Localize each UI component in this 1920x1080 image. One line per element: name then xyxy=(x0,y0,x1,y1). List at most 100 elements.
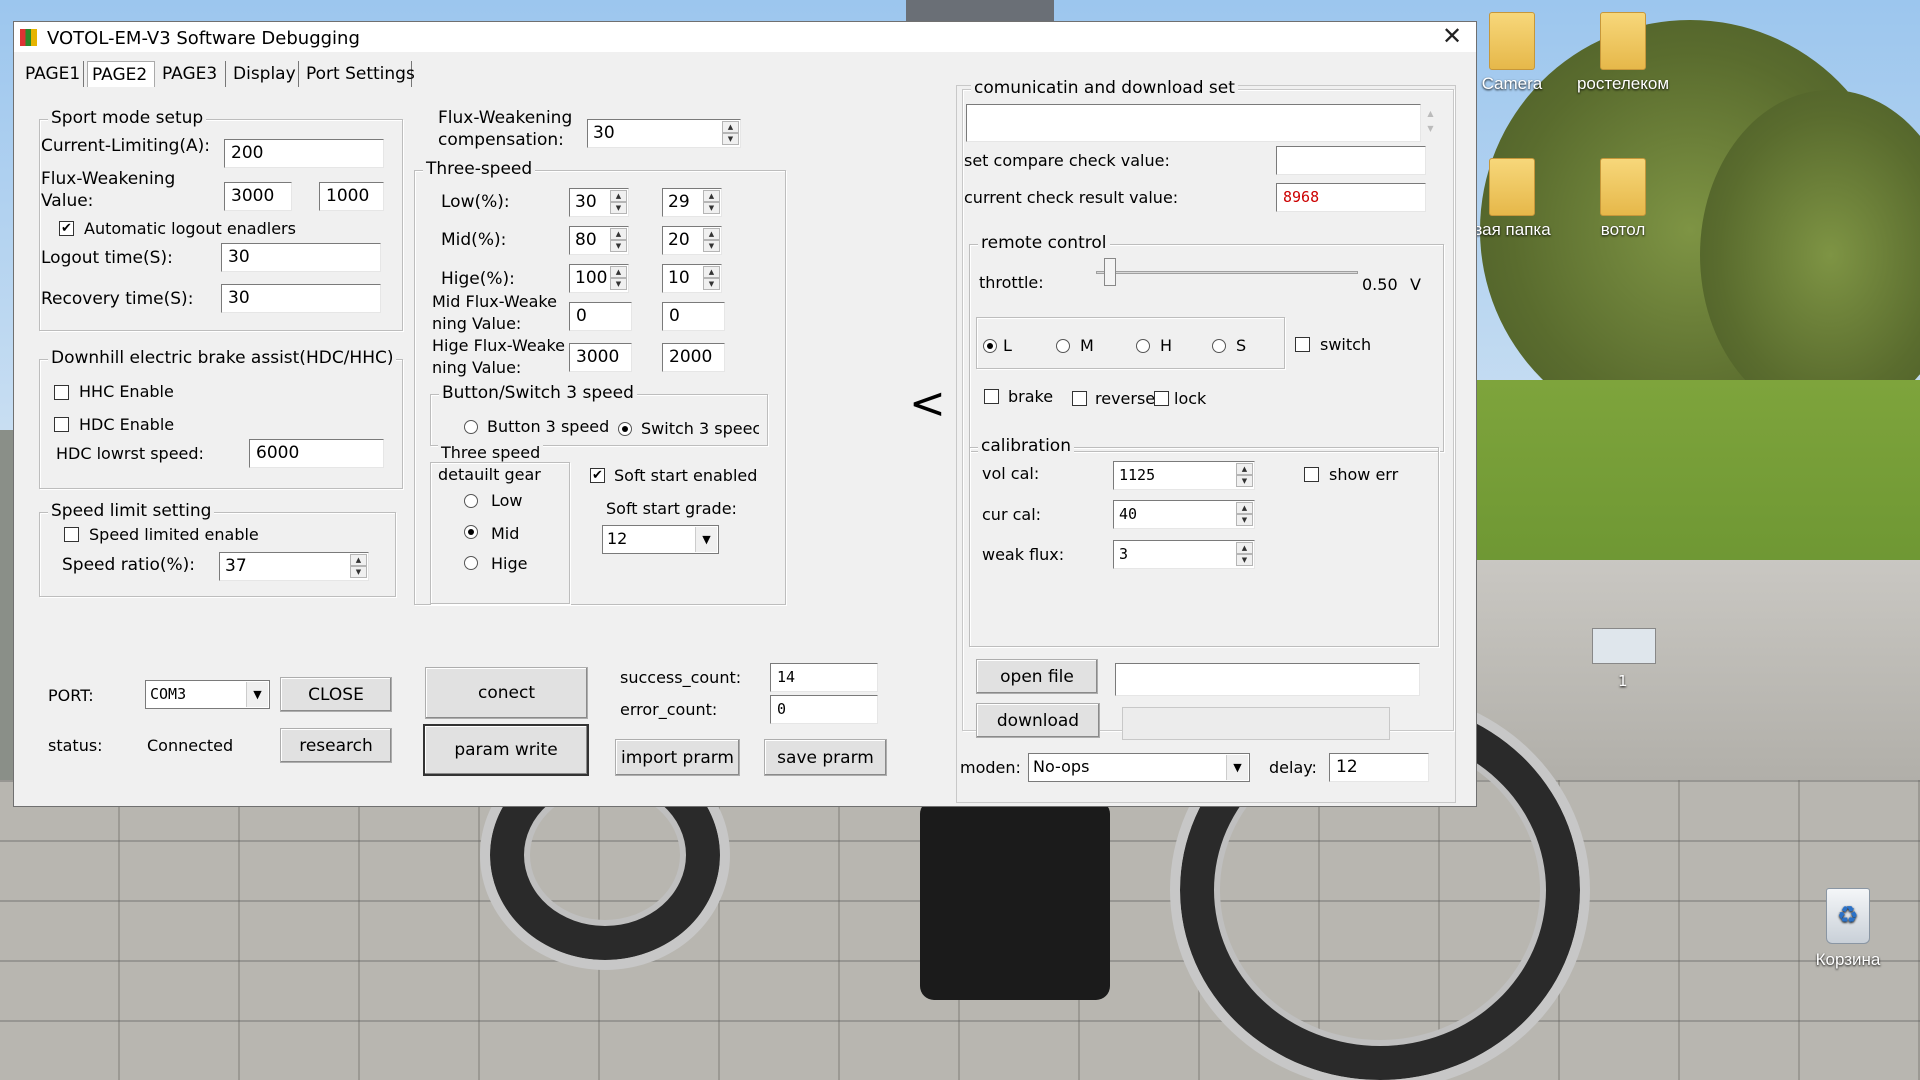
flux-value-input-2[interactable]: 1000 xyxy=(319,182,384,211)
vol-cal-spinner[interactable]: 1125 ▲ ▼ xyxy=(1113,461,1255,490)
soft-start-checkbox[interactable]: ✔ xyxy=(590,468,605,483)
comm-log-box[interactable] xyxy=(966,104,1421,142)
param-write-button[interactable]: param write xyxy=(423,724,589,776)
spin-down-icon[interactable]: ▼ xyxy=(1236,554,1253,566)
auto-logout-checkbox[interactable]: ✔ xyxy=(59,221,74,236)
error-count-input[interactable]: 0 xyxy=(770,695,878,724)
current-limit-input[interactable]: 200 xyxy=(224,139,384,168)
spin-up-icon[interactable]: ▲ xyxy=(1236,463,1253,475)
spin-down-icon[interactable]: ▼ xyxy=(703,240,720,252)
lock-checkbox[interactable] xyxy=(1154,391,1169,406)
cur-cal-spinner[interactable]: 40 ▲ ▼ xyxy=(1113,500,1255,529)
desktop-icon-camera[interactable]: Camera xyxy=(1462,12,1562,94)
spin-down-icon[interactable]: ▼ xyxy=(610,240,627,252)
flux-comp-spinner[interactable]: 30 ▲ ▼ xyxy=(587,119,741,148)
chevron-down-icon[interactable]: ▼ xyxy=(1226,755,1248,780)
hige-flux-input-b[interactable]: 2000 xyxy=(662,343,725,372)
soft-start-grade-combo[interactable]: 12 ▼ xyxy=(602,525,719,554)
speed-ratio-spinner[interactable]: 37 ▲ ▼ xyxy=(219,552,369,581)
desktop-icon-rostelecom[interactable]: ростелеком xyxy=(1573,12,1673,94)
connect-button[interactable]: conect xyxy=(425,667,588,719)
low-spinner-b[interactable]: 29 ▲ ▼ xyxy=(662,188,722,217)
tab-page2[interactable]: PAGE2 xyxy=(87,61,155,87)
spin-down-icon[interactable]: ▼ xyxy=(722,133,739,145)
desktop-icon-votol[interactable]: вотол xyxy=(1573,158,1673,240)
flux-value-input-1[interactable]: 3000 xyxy=(224,182,292,211)
hige-flux-input-a[interactable]: 3000 xyxy=(569,343,632,372)
mid-spinner-a[interactable]: 80 ▲ ▼ xyxy=(569,226,629,255)
spin-up-icon[interactable]: ▲ xyxy=(350,554,367,566)
spin-up-icon[interactable]: ▲ xyxy=(610,190,627,202)
file-path-input[interactable] xyxy=(1115,663,1420,696)
hhc-enable-checkbox[interactable] xyxy=(54,385,69,400)
spin-up-icon[interactable]: ▲ xyxy=(703,190,720,202)
tab-page3[interactable]: PAGE3 xyxy=(158,61,226,87)
speed-limit-checkbox[interactable] xyxy=(64,527,79,542)
throttle-slider-thumb[interactable] xyxy=(1104,258,1117,286)
mid-flux-label: Mid Flux-Weake xyxy=(432,292,557,311)
scroll-arrows-icon[interactable]: ▲ ▼ xyxy=(1422,106,1439,140)
spin-down-icon[interactable]: ▼ xyxy=(1236,514,1253,526)
port-combo[interactable]: COM3 ▼ xyxy=(145,680,270,709)
desktop-icon-new-folder[interactable]: вая папка xyxy=(1462,158,1562,240)
compare-check-input[interactable] xyxy=(1276,146,1426,175)
gear-S-radio[interactable] xyxy=(1212,339,1226,353)
spin-up-icon[interactable]: ▲ xyxy=(722,121,739,133)
download-button[interactable]: download xyxy=(976,703,1100,738)
hdc-speed-input[interactable]: 6000 xyxy=(249,439,384,468)
chevron-down-icon[interactable]: ▼ xyxy=(695,527,717,552)
save-param-button[interactable]: save prarm xyxy=(764,739,887,776)
spin-up-icon[interactable]: ▲ xyxy=(610,266,627,278)
spin-down-icon[interactable]: ▼ xyxy=(1236,475,1253,487)
spin-down-icon[interactable]: ▼ xyxy=(703,278,720,290)
hige-spinner-a[interactable]: 100 ▲ ▼ xyxy=(569,264,629,293)
spin-down-icon[interactable]: ▼ xyxy=(610,278,627,290)
reverse-checkbox[interactable] xyxy=(1072,391,1087,406)
chevron-down-icon[interactable]: ▼ xyxy=(246,682,268,707)
desktop-icon-recycle-bin[interactable]: ♻ Корзина xyxy=(1798,888,1898,970)
moden-combo[interactable]: No-ops ▼ xyxy=(1028,753,1250,782)
recovery-time-input[interactable]: 30 xyxy=(221,284,381,313)
logout-time-input[interactable]: 30 xyxy=(221,243,381,272)
gear-low-radio[interactable] xyxy=(464,494,478,508)
spin-up-icon[interactable]: ▲ xyxy=(610,228,627,240)
hdc-enable-checkbox[interactable] xyxy=(54,417,69,432)
switch-checkbox[interactable] xyxy=(1295,337,1310,352)
gear-L-radio[interactable] xyxy=(983,339,997,353)
desktop-thumbnail-icon[interactable] xyxy=(1592,628,1656,664)
tab-display[interactable]: Display xyxy=(229,61,299,87)
import-param-button[interactable]: import prarm xyxy=(615,739,740,776)
mid-flux-input-b[interactable]: 0 xyxy=(662,302,725,331)
tab-port-settings[interactable]: Port Settings xyxy=(302,61,415,87)
spin-down-icon[interactable]: ▼ xyxy=(350,566,367,578)
button-3-speed-radio[interactable] xyxy=(464,420,478,434)
recovery-time-label: Recovery time(S): xyxy=(41,289,194,309)
hige-spinner-b[interactable]: 10 ▲ ▼ xyxy=(662,264,722,293)
mid-spinner-b[interactable]: 20 ▲ ▼ xyxy=(662,226,722,255)
spin-down-icon[interactable]: ▼ xyxy=(610,202,627,214)
spin-up-icon[interactable]: ▲ xyxy=(1236,542,1253,554)
spin-up-icon[interactable]: ▲ xyxy=(703,266,720,278)
collapse-arrow-icon[interactable]: < xyxy=(909,382,946,426)
spin-down-icon[interactable]: ▼ xyxy=(703,202,720,214)
weak-flux-spinner[interactable]: 3 ▲ ▼ xyxy=(1113,540,1255,569)
delay-input[interactable]: 12 xyxy=(1329,753,1429,782)
gear-M-radio[interactable] xyxy=(1056,339,1070,353)
mid-flux-input-a[interactable]: 0 xyxy=(569,302,632,331)
success-count-input[interactable]: 14 xyxy=(770,663,878,692)
open-file-button[interactable]: open file xyxy=(976,659,1098,694)
gear-mid-radio[interactable] xyxy=(464,525,478,539)
low-spinner-a[interactable]: 30 ▲ ▼ xyxy=(569,188,629,217)
window-close-button[interactable]: ✕ xyxy=(1434,24,1470,50)
switch-3-speed-radio[interactable] xyxy=(618,422,632,436)
tab-page1[interactable]: PAGE1 xyxy=(21,61,84,87)
gear-hige-radio[interactable] xyxy=(464,556,478,570)
show-err-checkbox[interactable] xyxy=(1304,467,1319,482)
spin-up-icon[interactable]: ▲ xyxy=(703,228,720,240)
spin-up-icon[interactable]: ▲ xyxy=(1236,502,1253,514)
throttle-slider-track[interactable] xyxy=(1096,271,1358,274)
close-port-button[interactable]: CLOSE xyxy=(280,677,392,712)
brake-checkbox[interactable] xyxy=(984,389,999,404)
gear-H-radio[interactable] xyxy=(1136,339,1150,353)
research-button[interactable]: research xyxy=(280,728,392,763)
